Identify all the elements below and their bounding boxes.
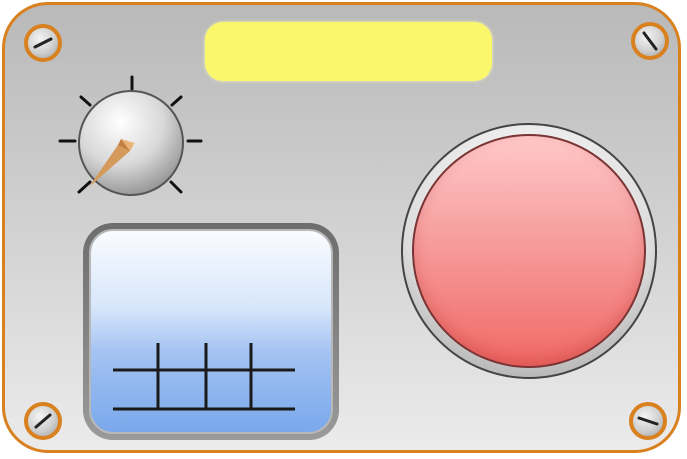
rotary-knob[interactable] (55, 75, 205, 215)
screw-top-left-icon (24, 24, 62, 62)
screw-bottom-left-icon (24, 402, 62, 440)
display-screen (89, 229, 333, 434)
label-strip (205, 22, 492, 81)
control-panel (2, 2, 681, 453)
screw-top-right-icon (631, 22, 669, 60)
display-screen-frame (83, 223, 339, 440)
screw-bottom-right-icon (629, 402, 667, 440)
rotary-knob-icon (58, 75, 203, 196)
big-red-button[interactable] (412, 134, 646, 368)
big-button-bezel (401, 123, 657, 379)
grid-graph-icon (113, 343, 295, 411)
